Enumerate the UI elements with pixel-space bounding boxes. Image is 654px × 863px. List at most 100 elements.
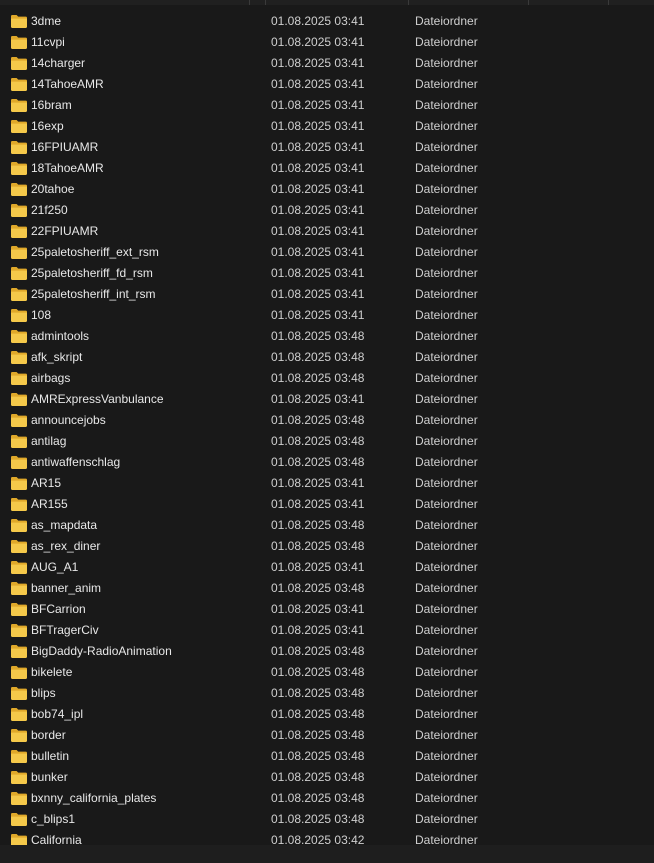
file-type: Dateiordner — [415, 812, 478, 826]
file-row[interactable]: 25paletosheriff_fd_rsm 01.08.2025 03:41 … — [0, 263, 654, 284]
file-row[interactable]: as_rex_diner 01.08.2025 03:48 Dateiordne… — [0, 536, 654, 557]
file-name: 14charger — [31, 56, 86, 70]
file-row[interactable]: AR155 01.08.2025 03:41 Dateiordner — [0, 494, 654, 515]
file-row[interactable]: bob74_ipl 01.08.2025 03:48 Dateiordner — [0, 704, 654, 725]
file-row[interactable]: 21f250 01.08.2025 03:41 Dateiordner — [0, 200, 654, 221]
file-name: 16FPIUAMR — [31, 140, 99, 154]
file-row[interactable]: BFTragerCiv 01.08.2025 03:41 Dateiordner — [0, 620, 654, 641]
folder-icon — [11, 729, 27, 742]
file-row[interactable]: AR15 01.08.2025 03:41 Dateiordner — [0, 473, 654, 494]
file-row[interactable]: airbags 01.08.2025 03:48 Dateiordner — [0, 368, 654, 389]
file-type: Dateiordner — [415, 140, 478, 154]
file-row[interactable]: BFCarrion 01.08.2025 03:41 Dateiordner — [0, 599, 654, 620]
file-modified-date: 01.08.2025 03:41 — [271, 98, 365, 112]
folder-icon — [11, 519, 27, 532]
file-row[interactable]: bulletin 01.08.2025 03:48 Dateiordner — [0, 746, 654, 767]
file-row[interactable]: 16bram 01.08.2025 03:41 Dateiordner — [0, 95, 654, 116]
folder-icon — [11, 834, 27, 845]
file-type: Dateiordner — [415, 119, 478, 133]
file-row[interactable]: border 01.08.2025 03:48 Dateiordner — [0, 725, 654, 746]
file-type: Dateiordner — [415, 707, 478, 721]
file-name: antiwaffenschlag — [31, 455, 121, 469]
file-name: bob74_ipl — [31, 707, 84, 721]
file-modified-date: 01.08.2025 03:48 — [271, 791, 365, 805]
file-row[interactable]: AMRExpressVanbulance 01.08.2025 03:41 Da… — [0, 389, 654, 410]
file-name: border — [31, 728, 66, 742]
file-row[interactable]: 16FPIUAMR 01.08.2025 03:41 Dateiordner — [0, 137, 654, 158]
file-name: 21f250 — [31, 203, 68, 217]
file-type: Dateiordner — [415, 224, 478, 238]
folder-icon — [11, 708, 27, 721]
file-row[interactable]: 108 01.08.2025 03:41 Dateiordner — [0, 305, 654, 326]
file-type: Dateiordner — [415, 686, 478, 700]
file-type: Dateiordner — [415, 56, 478, 70]
file-row[interactable]: blips 01.08.2025 03:48 Dateiordner — [0, 683, 654, 704]
file-row[interactable]: 16exp 01.08.2025 03:41 Dateiordner — [0, 116, 654, 137]
file-name: BFCarrion — [31, 602, 86, 616]
file-row[interactable]: 20tahoe 01.08.2025 03:41 Dateiordner — [0, 179, 654, 200]
file-name: 18TahoeAMR — [31, 161, 104, 175]
file-modified-date: 01.08.2025 03:41 — [271, 14, 365, 28]
column-separator-size[interactable] — [528, 0, 529, 5]
file-modified-date: 01.08.2025 03:48 — [271, 644, 365, 658]
file-type: Dateiordner — [415, 161, 478, 175]
file-row[interactable]: 14charger 01.08.2025 03:41 Dateiordner — [0, 53, 654, 74]
file-row[interactable]: announcejobs 01.08.2025 03:48 Dateiordne… — [0, 410, 654, 431]
column-separator-date[interactable] — [265, 0, 266, 5]
file-row[interactable]: admintools 01.08.2025 03:48 Dateiordner — [0, 326, 654, 347]
file-row[interactable]: 25paletosheriff_ext_rsm 01.08.2025 03:41… — [0, 242, 654, 263]
file-row[interactable]: antilag 01.08.2025 03:48 Dateiordner — [0, 431, 654, 452]
file-row[interactable]: as_mapdata 01.08.2025 03:48 Dateiordner — [0, 515, 654, 536]
file-modified-date: 01.08.2025 03:41 — [271, 602, 365, 616]
folder-icon — [11, 57, 27, 70]
file-type: Dateiordner — [415, 434, 478, 448]
folder-icon — [11, 771, 27, 784]
file-name: AUG_A1 — [31, 560, 79, 574]
file-row[interactable]: 3dme 01.08.2025 03:41 Dateiordner — [0, 11, 654, 32]
column-separator-name[interactable] — [249, 0, 250, 5]
file-row[interactable]: bikelete 01.08.2025 03:48 Dateiordner — [0, 662, 654, 683]
file-modified-date: 01.08.2025 03:41 — [271, 182, 365, 196]
file-type: Dateiordner — [415, 98, 478, 112]
file-name: 25paletosheriff_int_rsm — [31, 287, 156, 301]
file-modified-date: 01.08.2025 03:41 — [271, 140, 365, 154]
file-type: Dateiordner — [415, 77, 478, 91]
column-separator-type[interactable] — [408, 0, 409, 5]
file-row[interactable]: c_blips1 01.08.2025 03:48 Dateiordner — [0, 809, 654, 830]
folder-icon — [11, 267, 27, 280]
file-name: bulletin — [31, 749, 70, 763]
file-row[interactable]: banner_anim 01.08.2025 03:48 Dateiordner — [0, 578, 654, 599]
file-type: Dateiordner — [415, 203, 478, 217]
folder-icon — [11, 561, 27, 574]
folder-icon — [11, 624, 27, 637]
folder-icon — [11, 666, 27, 679]
column-separator-end[interactable] — [608, 0, 609, 5]
file-name: 25paletosheriff_ext_rsm — [31, 245, 159, 259]
file-name: 16bram — [31, 98, 72, 112]
file-row[interactable]: antiwaffenschlag 01.08.2025 03:48 Dateio… — [0, 452, 654, 473]
file-row[interactable]: 14TahoeAMR 01.08.2025 03:41 Dateiordner — [0, 74, 654, 95]
file-modified-date: 01.08.2025 03:41 — [271, 560, 365, 574]
file-row[interactable]: afk_skript 01.08.2025 03:48 Dateiordner — [0, 347, 654, 368]
folder-icon — [11, 414, 27, 427]
horizontal-scrollbar-area[interactable] — [0, 845, 654, 863]
folder-icon — [11, 99, 27, 112]
file-row[interactable]: 18TahoeAMR 01.08.2025 03:41 Dateiordner — [0, 158, 654, 179]
file-modified-date: 01.08.2025 03:41 — [271, 56, 365, 70]
file-row[interactable]: 22FPIUAMR 01.08.2025 03:41 Dateiordner — [0, 221, 654, 242]
file-name: 20tahoe — [31, 182, 75, 196]
folder-icon — [11, 288, 27, 301]
file-modified-date: 01.08.2025 03:48 — [271, 581, 365, 595]
file-row[interactable]: BigDaddy-RadioAnimation 01.08.2025 03:48… — [0, 641, 654, 662]
file-row[interactable]: bxnny_california_plates 01.08.2025 03:48… — [0, 788, 654, 809]
file-row[interactable]: 25paletosheriff_int_rsm 01.08.2025 03:41… — [0, 284, 654, 305]
file-type: Dateiordner — [415, 791, 478, 805]
file-row[interactable]: AUG_A1 01.08.2025 03:41 Dateiordner — [0, 557, 654, 578]
file-row[interactable]: bunker 01.08.2025 03:48 Dateiordner — [0, 767, 654, 788]
file-row[interactable]: 11cvpi 01.08.2025 03:41 Dateiordner — [0, 32, 654, 53]
file-name: AMRExpressVanbulance — [31, 392, 164, 406]
file-row[interactable]: California 01.08.2025 03:42 Dateiordner — [0, 830, 654, 845]
file-name: BigDaddy-RadioAnimation — [31, 644, 172, 658]
file-type: Dateiordner — [415, 371, 478, 385]
file-modified-date: 01.08.2025 03:42 — [271, 833, 365, 845]
